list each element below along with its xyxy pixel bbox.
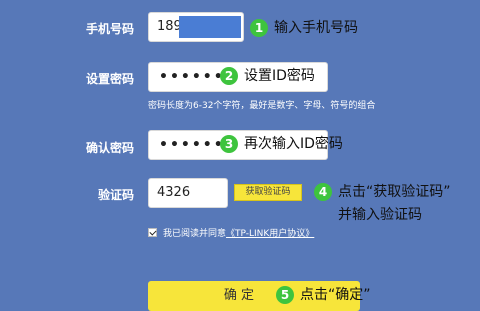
step-2-badge: 2 <box>220 67 238 85</box>
agreement-row: 我已阅读并同意 《TP-LINK用户协议》 <box>148 226 314 239</box>
phone-label: 手机号码 <box>85 22 134 36</box>
agreement-checkbox[interactable] <box>148 228 157 237</box>
step-5-text: 点击“确定” <box>300 287 371 303</box>
step-1-text: 输入手机号码 <box>274 20 358 36</box>
step-4-text-line2: 并输入验证码 <box>338 207 422 223</box>
set-password-value: •••••• <box>159 69 225 85</box>
set-password-label: 设置密码 <box>85 72 134 86</box>
step-2-text: 设置ID密码 <box>244 68 315 84</box>
phone-redaction <box>179 16 241 38</box>
agreement-link[interactable]: 《TP-LINK用户协议》 <box>226 226 314 239</box>
step-3-text: 再次输入ID密码 <box>244 136 343 152</box>
step-3-annotation: 3 再次输入ID密码 <box>220 134 343 154</box>
step-1-badge: 1 <box>250 19 268 37</box>
step-5-annotation: 5 点击“确定” <box>276 285 371 305</box>
verify-code-value: 4326 <box>157 185 191 200</box>
agreement-prefix: 我已阅读并同意 <box>163 229 227 239</box>
step-4-annotation: 4 点击“获取验证码” <box>314 182 451 202</box>
step-3-badge: 3 <box>220 135 238 153</box>
step-2-annotation: 2 设置ID密码 <box>220 66 315 86</box>
step-4-badge: 4 <box>314 183 332 201</box>
step-4-annotation-line2: 并输入验证码 <box>338 205 422 225</box>
step-1-annotation: 1 输入手机号码 <box>250 18 358 38</box>
step-5-badge: 5 <box>276 286 294 304</box>
confirm-password-label: 确认密码 <box>85 141 134 155</box>
confirm-password-value: •••••• <box>159 137 225 153</box>
password-hint: 密码长度为6-32个字符，最好是数字、字母、符号的组合 <box>148 101 376 111</box>
verify-code-input[interactable]: 4326 <box>148 178 228 208</box>
verify-code-label: 验证码 <box>97 188 134 202</box>
phone-input[interactable]: 189 <box>148 12 244 42</box>
get-code-button[interactable]: 获取验证码 <box>234 184 302 201</box>
step-4-text-line1: 点击“获取验证码” <box>338 184 451 200</box>
